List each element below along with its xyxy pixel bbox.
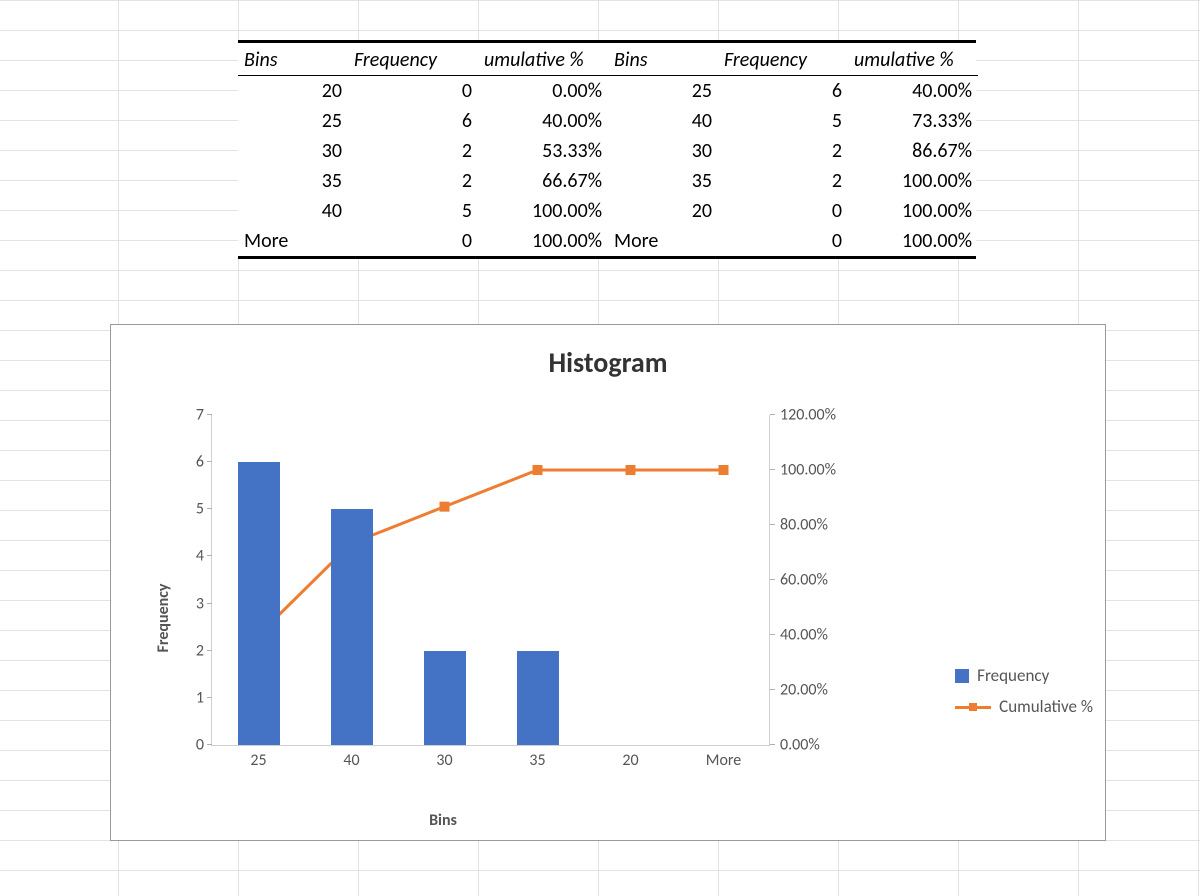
x-tick: 30 bbox=[436, 751, 452, 770]
y-right-tick: 40.00% bbox=[780, 626, 828, 645]
cell[interactable]: 6 bbox=[718, 76, 848, 107]
line-marker bbox=[626, 465, 636, 475]
cell[interactable]: 40 bbox=[608, 106, 718, 136]
col-cum-left: umulative % bbox=[478, 43, 608, 76]
col-bins-right: Bins bbox=[608, 43, 718, 76]
chart-title: Histogram bbox=[111, 345, 1105, 380]
y-right-tick: 120.00% bbox=[780, 406, 836, 425]
cell[interactable]: 100.00% bbox=[478, 196, 608, 226]
x-tick: 40 bbox=[343, 751, 359, 770]
legend-item-frequency: Frequency bbox=[955, 665, 1093, 686]
table-row[interactable]: 405100.00%200100.00% bbox=[238, 196, 978, 226]
cell[interactable]: 35 bbox=[608, 166, 718, 196]
legend-label: Frequency bbox=[977, 665, 1049, 686]
x-tick: More bbox=[706, 751, 741, 770]
cell[interactable]: 0 bbox=[348, 226, 478, 256]
table-row[interactable]: More0100.00%More0100.00% bbox=[238, 226, 978, 256]
cell[interactable]: 53.33% bbox=[478, 136, 608, 166]
col-freq-left: Frequency bbox=[348, 43, 478, 76]
legend-label: Cumulative % bbox=[999, 696, 1093, 717]
y-left-tick: 0 bbox=[196, 736, 204, 755]
cell[interactable]: 25 bbox=[238, 106, 348, 136]
cell[interactable]: 40.00% bbox=[848, 76, 978, 107]
y-left-tick: 7 bbox=[196, 406, 204, 425]
plot-area: Frequency Bins 012345670.00%20.00%40.00%… bbox=[111, 395, 1105, 840]
y-left-tick: 3 bbox=[196, 594, 204, 613]
cell[interactable]: 100.00% bbox=[848, 166, 978, 196]
cell[interactable]: 6 bbox=[348, 106, 478, 136]
table-header-row: Bins Frequency umulative % Bins Frequenc… bbox=[238, 43, 978, 76]
cell[interactable]: 25 bbox=[608, 76, 718, 107]
table-row[interactable]: 30253.33%30286.67% bbox=[238, 136, 978, 166]
plot-inner: 012345670.00%20.00%40.00%60.00%80.00%100… bbox=[211, 415, 770, 746]
x-tick: 20 bbox=[622, 751, 638, 770]
y-right-tick: 60.00% bbox=[780, 571, 828, 590]
bar bbox=[424, 651, 466, 745]
x-tick: 35 bbox=[529, 751, 545, 770]
cell[interactable]: 30 bbox=[608, 136, 718, 166]
y-right-tick: 100.00% bbox=[780, 461, 836, 480]
legend-item-cumulative: Cumulative % bbox=[955, 696, 1093, 717]
cell[interactable]: 0 bbox=[348, 76, 478, 107]
cell[interactable]: 0.00% bbox=[478, 76, 608, 107]
col-freq-right: Frequency bbox=[718, 43, 848, 76]
y-right-tick: 20.00% bbox=[780, 681, 828, 700]
cell[interactable]: 2 bbox=[718, 136, 848, 166]
cell[interactable]: 20 bbox=[238, 76, 348, 107]
cell[interactable]: 30 bbox=[238, 136, 348, 166]
cell[interactable]: 0 bbox=[718, 196, 848, 226]
cell[interactable]: 2 bbox=[718, 166, 848, 196]
y-right-tick: 80.00% bbox=[780, 516, 828, 535]
y-left-tick: 5 bbox=[196, 500, 204, 519]
legend: Frequency Cumulative % bbox=[955, 655, 1093, 727]
y-left-tick: 4 bbox=[196, 547, 204, 566]
cell[interactable]: 5 bbox=[348, 196, 478, 226]
line-overlay bbox=[212, 415, 770, 745]
bar bbox=[238, 462, 280, 745]
cell[interactable]: 100.00% bbox=[848, 196, 978, 226]
cell[interactable]: 40.00% bbox=[478, 106, 608, 136]
cell[interactable]: 73.33% bbox=[848, 106, 978, 136]
col-bins-left: Bins bbox=[238, 43, 348, 76]
cell[interactable]: 100.00% bbox=[478, 226, 608, 256]
cell[interactable]: 5 bbox=[718, 106, 848, 136]
bar-swatch-icon bbox=[955, 669, 969, 683]
cell[interactable]: 86.67% bbox=[848, 136, 978, 166]
line-marker bbox=[533, 465, 543, 475]
y-axis-title: Frequency bbox=[154, 583, 173, 652]
bar bbox=[331, 509, 373, 745]
histogram-chart: Histogram Frequency Bins 012345670.00%20… bbox=[110, 324, 1106, 841]
table-row[interactable]: 35266.67%352100.00% bbox=[238, 166, 978, 196]
y-left-tick: 2 bbox=[196, 641, 204, 660]
cell[interactable]: 35 bbox=[238, 166, 348, 196]
cell[interactable]: 2 bbox=[348, 166, 478, 196]
cell[interactable]: 100.00% bbox=[848, 226, 978, 256]
y-left-tick: 6 bbox=[196, 453, 204, 472]
cell[interactable]: More bbox=[608, 226, 718, 256]
cell[interactable]: More bbox=[238, 226, 348, 256]
cell[interactable]: 66.67% bbox=[478, 166, 608, 196]
cell[interactable]: 20 bbox=[608, 196, 718, 226]
cell[interactable]: 40 bbox=[238, 196, 348, 226]
cell[interactable]: 0 bbox=[718, 226, 848, 256]
table-row[interactable]: 2000.00%25640.00% bbox=[238, 76, 978, 107]
y-right-tick: 0.00% bbox=[780, 736, 820, 755]
cell[interactable]: 2 bbox=[348, 136, 478, 166]
cumulative-line bbox=[259, 470, 724, 635]
y-left-tick: 1 bbox=[196, 688, 204, 707]
line-marker bbox=[440, 502, 450, 512]
line-marker bbox=[719, 465, 729, 475]
frequency-table: Bins Frequency umulative % Bins Frequenc… bbox=[238, 40, 976, 259]
line-swatch-icon bbox=[955, 702, 991, 712]
x-tick: 25 bbox=[250, 751, 266, 770]
col-cum-right: umulative % bbox=[848, 43, 978, 76]
bar bbox=[517, 651, 559, 745]
x-axis-title: Bins bbox=[111, 811, 775, 830]
table-row[interactable]: 25640.00%40573.33% bbox=[238, 106, 978, 136]
